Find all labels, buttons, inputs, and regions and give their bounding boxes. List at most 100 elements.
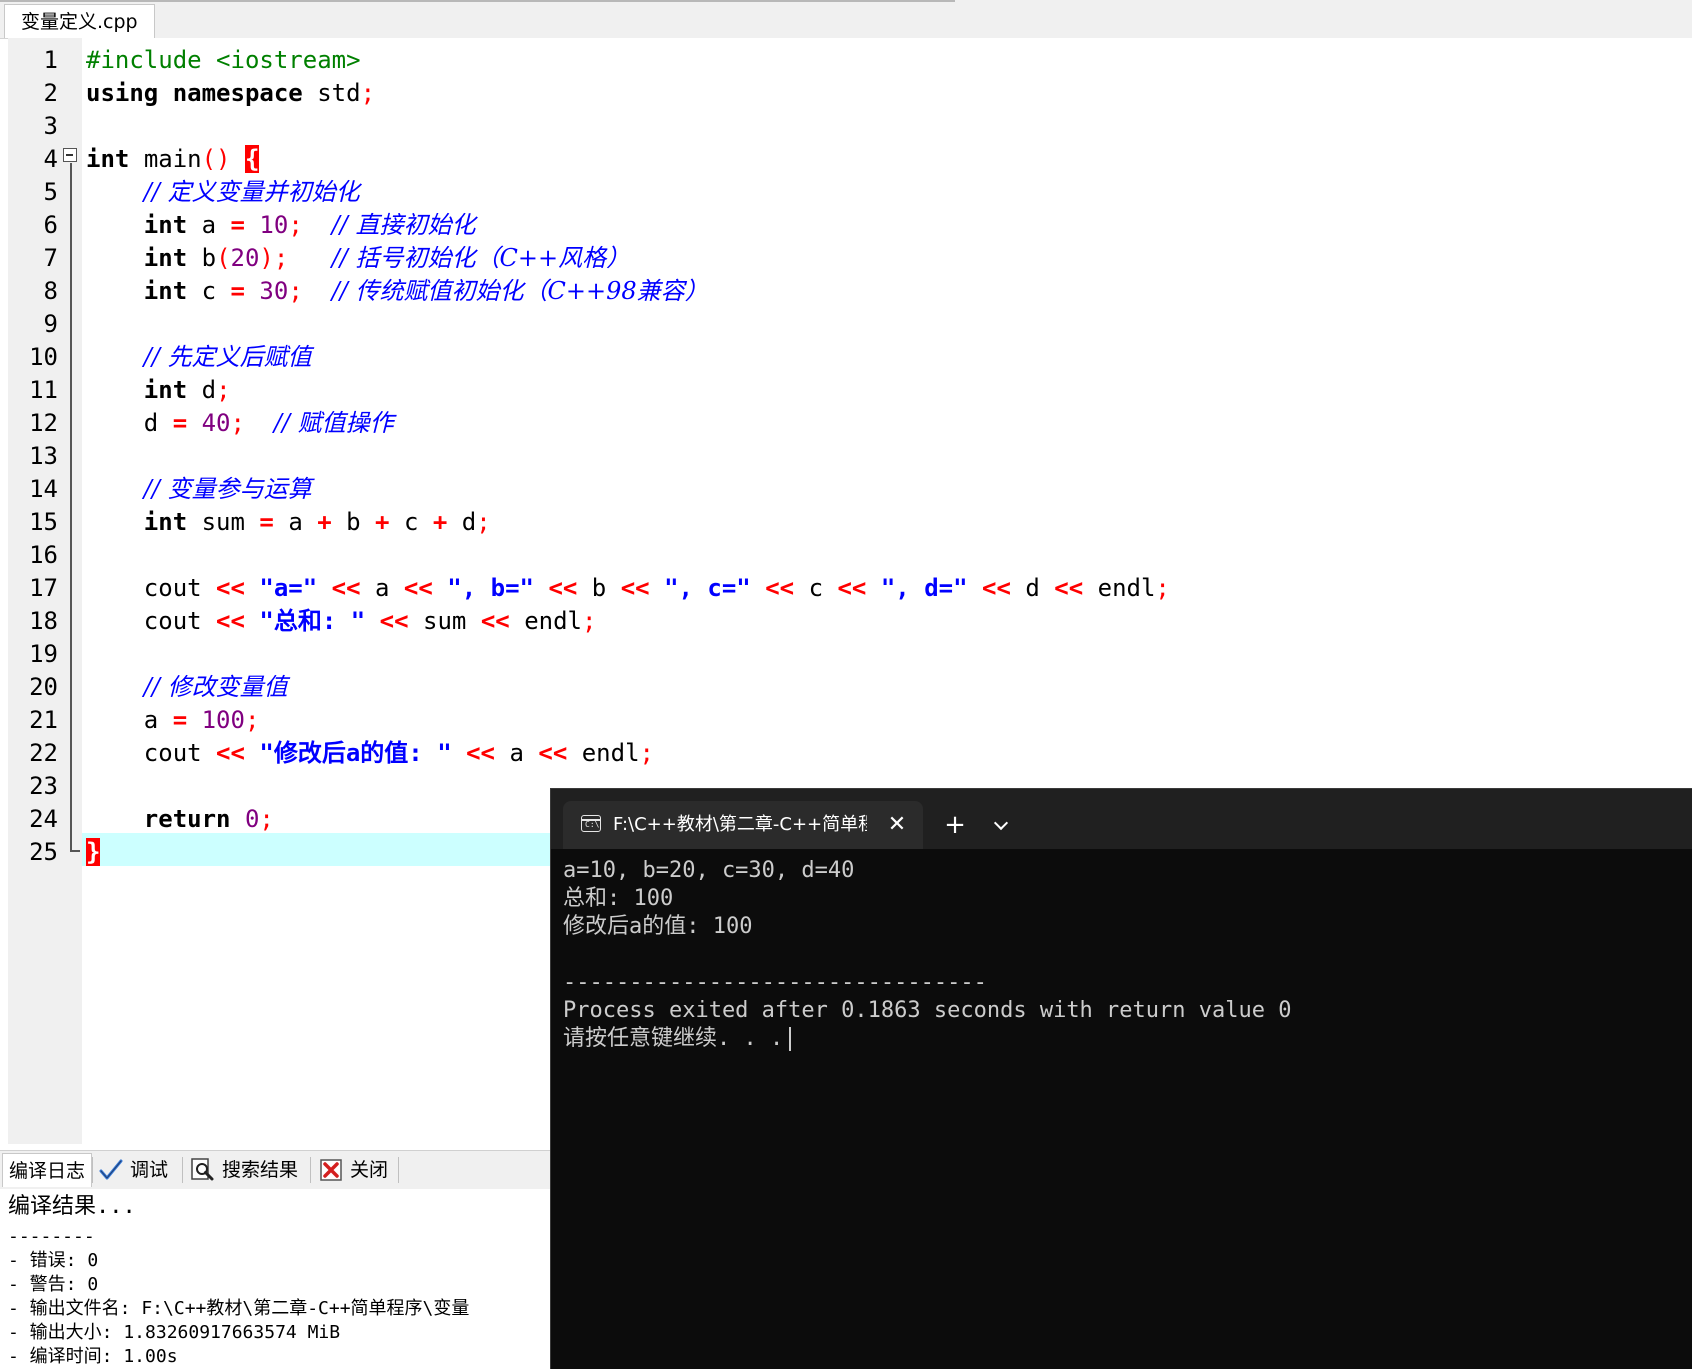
identifier: c	[403, 508, 419, 536]
identifier: d	[201, 376, 217, 404]
operator: <<	[1054, 574, 1084, 602]
comment: // 先定义后赋值	[143, 343, 312, 371]
symbol: ()	[201, 145, 231, 173]
number: 10	[259, 211, 289, 239]
operator: <<	[403, 574, 433, 602]
comment: // 直接初始化	[331, 211, 476, 239]
keyword: namespace	[172, 79, 303, 107]
code-line-10: // 先定义后赋值	[86, 341, 312, 374]
identifier: d	[1025, 574, 1040, 602]
tab-separator	[92, 1157, 93, 1183]
code-line-4: int main() {	[86, 143, 260, 176]
new-tab-button[interactable]: +	[939, 809, 971, 841]
tab-close[interactable]: 关闭	[318, 1153, 388, 1187]
operator: <<	[620, 574, 650, 602]
preprocessor-directive: #include <iostream>	[86, 46, 361, 74]
keyword: int	[143, 376, 188, 404]
tab-separator	[310, 1157, 311, 1183]
line-number: 16	[29, 541, 58, 569]
symbol: ;	[1155, 574, 1170, 602]
operator: <<	[982, 574, 1011, 602]
console-prompt-text: 请按任意键继续. . .	[563, 1026, 784, 1051]
console-tab-title: F:\C++教材\第二章-C++简单程	[613, 814, 867, 835]
number: 20	[230, 244, 260, 272]
fold-toggle-icon[interactable]	[63, 148, 77, 162]
close-icon	[318, 1157, 344, 1183]
console-output[interactable]: a=10, b=20, c=30, d=40 总和: 100 修改后a的值: 1…	[551, 849, 1692, 1369]
identifier: a	[509, 739, 524, 767]
comment: // 传统赋值初始化（C++98兼容）	[331, 277, 709, 305]
matched-brace: }	[86, 838, 101, 866]
comment: // 定义变量并初始化	[143, 178, 360, 206]
identifier: cout	[143, 607, 202, 635]
matched-brace: {	[244, 145, 260, 173]
close-tab-button[interactable]: ✕	[883, 811, 911, 839]
identifier: std	[317, 79, 361, 107]
identifier: a	[201, 211, 217, 239]
code-line-18: cout << "总和: " << sum << endl;	[86, 605, 597, 638]
operator: <<	[548, 574, 578, 602]
symbol: ;	[230, 409, 245, 437]
symbol: ;	[476, 508, 491, 536]
operator: =	[230, 277, 245, 305]
operator: +	[317, 508, 332, 536]
code-line-11: int d;	[86, 374, 231, 407]
line-number: 2	[43, 79, 58, 107]
chevron-down-icon[interactable]	[985, 809, 1017, 841]
tab-close-label: 关闭	[350, 1159, 389, 1181]
file-tab[interactable]: 变量定义.cpp	[4, 4, 155, 38]
log-line: - 输出文件名: F:\C++教材\第二章-C++简单程序\变量	[8, 1298, 470, 1319]
operator: <<	[216, 739, 245, 767]
line-number: 14	[29, 475, 58, 503]
console-line: --------------------------------	[563, 970, 987, 995]
log-line: --------	[8, 1226, 95, 1247]
symbol: ;	[216, 376, 231, 404]
operator: =	[230, 211, 245, 239]
symbol: (	[216, 244, 231, 272]
log-line: - 错误: 0	[8, 1250, 99, 1271]
code-line-1: #include <iostream>	[86, 44, 361, 77]
identifier: b	[591, 574, 607, 602]
identifier: endl	[581, 739, 640, 767]
string-literal: "修改后a的值: "	[259, 739, 452, 767]
string-literal: ", d="	[880, 574, 968, 602]
console-tab[interactable]: C:\ F:\C++教材\第二章-C++简单程 ✕	[563, 801, 923, 849]
tab-debug[interactable]: 调试	[98, 1153, 168, 1187]
console-line: 总和: 100	[563, 886, 674, 911]
identifier: d	[143, 409, 159, 437]
tab-search-results[interactable]: 搜索结果	[190, 1153, 298, 1187]
operator: <<	[480, 607, 510, 635]
line-number: 12	[29, 409, 58, 437]
symbol: )	[259, 244, 274, 272]
operator: +	[375, 508, 390, 536]
comment: // 修改变量值	[143, 673, 288, 701]
identifier: endl	[524, 607, 582, 635]
line-number-gutter: 1 2 3 4 5 6 7 8 9 10 11 12 13 14 15 16 1…	[8, 38, 82, 1144]
log-line: - 警告: 0	[8, 1274, 99, 1295]
line-number: 10	[29, 343, 58, 371]
symbol: ;	[581, 607, 597, 635]
console-window[interactable]: C:\ F:\C++教材\第二章-C++简单程 ✕ + a=10, b=20, …	[550, 788, 1692, 1369]
comment: // 括号初始化（C++风格）	[331, 244, 631, 272]
code-line-22: cout << "修改后a的值: " << a << endl;	[86, 737, 654, 770]
tab-debug-label: 调试	[130, 1159, 169, 1181]
operator: <<	[331, 574, 361, 602]
search-icon	[190, 1157, 216, 1183]
line-number: 21	[29, 706, 58, 734]
string-literal: "总和: "	[259, 607, 366, 635]
identifier: c	[808, 574, 824, 602]
operator: =	[172, 409, 188, 437]
keyword: int	[143, 244, 188, 272]
line-number: 18	[29, 607, 58, 635]
keyword: int	[86, 145, 130, 173]
tab-compile-log[interactable]: 编译日志	[2, 1153, 93, 1187]
log-line: - 编译时间: 1.00s	[8, 1346, 178, 1367]
identifier: a	[375, 574, 390, 602]
line-number: 23	[29, 772, 58, 800]
identifier: c	[201, 277, 217, 305]
code-line-6: int a = 10; // 直接初始化	[86, 209, 476, 242]
code-line-20: // 修改变量值	[86, 671, 288, 704]
line-number: 20	[29, 673, 58, 701]
string-literal: ", c="	[664, 574, 751, 602]
code-line-7: int b(20); // 括号初始化（C++风格）	[86, 242, 630, 275]
